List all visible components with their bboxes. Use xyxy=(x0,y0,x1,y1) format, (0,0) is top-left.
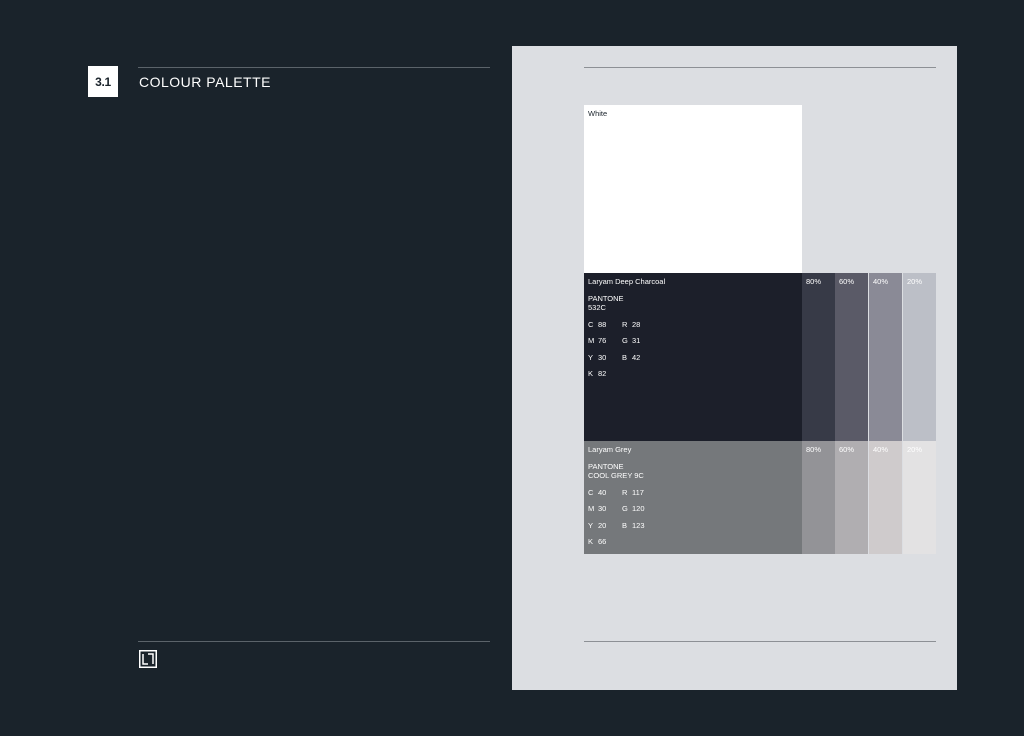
grey-tint-20: 20% xyxy=(903,441,936,554)
footer-rule xyxy=(138,641,490,642)
rgb-g-label: G xyxy=(622,336,628,345)
white-swatch: White xyxy=(584,105,802,273)
rgb-b-value: 42 xyxy=(632,353,641,362)
brand-mark-icon xyxy=(139,650,157,668)
rgb-r-label: R xyxy=(622,320,628,329)
charcoal-tint-60: 60% xyxy=(835,273,868,441)
charcoal-pantone: PANTONE 532C xyxy=(588,294,624,312)
grey-name: Laryam Grey xyxy=(588,445,632,454)
rgb-g-value: 31 xyxy=(632,336,641,345)
rgb-r-label: R xyxy=(622,488,628,497)
grey-tint-80: 80% xyxy=(802,441,835,554)
cmyk-m-value: 30 xyxy=(598,504,607,513)
section-number-badge: 3.1 xyxy=(88,66,118,97)
charcoal-name: Laryam Deep Charcoal xyxy=(588,277,666,286)
cmyk-m-value: 76 xyxy=(598,336,607,345)
cmyk-c-value: 40 xyxy=(598,488,607,497)
cmyk-c-label: C xyxy=(588,320,594,329)
rgb-g-label: G xyxy=(622,504,628,513)
cmyk-c-value: 88 xyxy=(598,320,607,329)
cmyk-y-label: Y xyxy=(588,353,594,362)
cmyk-c-label: C xyxy=(588,488,594,497)
cmyk-y-value: 20 xyxy=(598,521,607,530)
section-title: COLOUR PALETTE xyxy=(139,74,271,90)
charcoal-swatch-row: Laryam Deep Charcoal PANTONE 532C C 88 M… xyxy=(584,273,936,441)
rgb-r-value: 117 xyxy=(632,488,644,497)
cmyk-m-label: M xyxy=(588,504,595,513)
cmyk-k-label: K xyxy=(588,537,594,546)
grey-tint-60: 60% xyxy=(835,441,868,554)
rgb-g-value: 120 xyxy=(632,504,645,513)
cmyk-k-value: 66 xyxy=(598,537,607,546)
white-swatch-label: White xyxy=(588,109,608,118)
grey-pantone: PANTONE COOL GREY 9C xyxy=(588,462,644,480)
page-bottom-rule xyxy=(584,641,936,642)
charcoal-tint-20: 20% xyxy=(903,273,936,441)
cmyk-m-label: M xyxy=(588,336,595,345)
palette-page: White Laryam Deep Charcoal PANTONE 532C … xyxy=(512,46,957,690)
cmyk-y-value: 30 xyxy=(598,353,607,362)
charcoal-tint-80: 80% xyxy=(802,273,835,441)
cmyk-y-label: Y xyxy=(588,521,594,530)
grey-swatch: Laryam Grey PANTONE COOL GREY 9C C 40 M … xyxy=(584,441,802,554)
cmyk-k-label: K xyxy=(588,369,594,378)
rgb-b-label: B xyxy=(622,353,628,362)
rgb-r-value: 28 xyxy=(632,320,641,329)
grey-tint-40: 40% xyxy=(869,441,902,554)
header-rule xyxy=(138,67,490,68)
charcoal-tint-40: 40% xyxy=(869,273,902,441)
charcoal-swatch: Laryam Deep Charcoal PANTONE 532C C 88 M… xyxy=(584,273,802,441)
rgb-b-label: B xyxy=(622,521,628,530)
cmyk-k-value: 82 xyxy=(598,369,607,378)
rgb-b-value: 123 xyxy=(632,521,645,530)
grey-swatch-row: Laryam Grey PANTONE COOL GREY 9C C 40 M … xyxy=(584,441,936,554)
page-top-rule xyxy=(584,67,936,68)
